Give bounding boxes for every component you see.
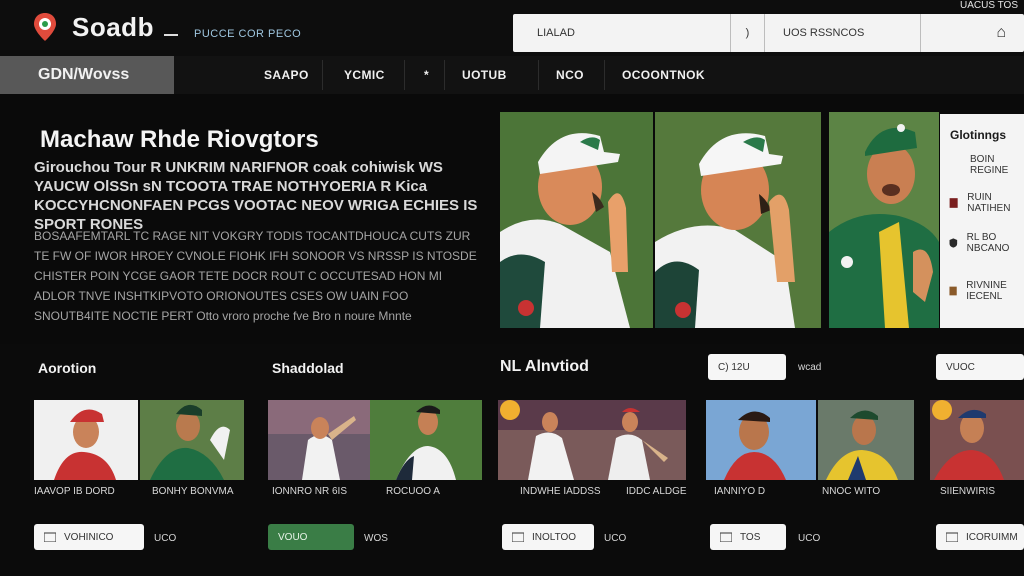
player-illustration (829, 112, 939, 328)
player-thumbnail (818, 400, 914, 480)
action-pill[interactable]: VOHINICO (34, 524, 144, 550)
player-thumbnail (706, 400, 816, 480)
hero-title: Machaw Rhde Riovgtors (40, 126, 319, 153)
thumbnail[interactable] (268, 400, 370, 480)
nav-item-5[interactable]: NCO (556, 56, 584, 94)
thumbnail[interactable] (34, 400, 138, 480)
player-illustration (500, 112, 653, 328)
section-title: NL Alnvtiod (500, 358, 589, 375)
action-pill-active[interactable]: VOUO (268, 524, 354, 550)
player-thumbnail (930, 400, 1024, 480)
side-panel: Glotinngs BOIN REGINE RUIN NATIHEN RL BO… (940, 114, 1024, 328)
player-thumbnail (140, 400, 244, 480)
action-pill[interactable]: ICORUIMM (936, 524, 1024, 550)
search-filter[interactable]: UOS RSSNCOS (765, 14, 921, 52)
action-pill[interactable]: INOLTOO (502, 524, 594, 550)
folder-icon (44, 532, 56, 542)
section-link[interactable]: UCO (798, 533, 820, 544)
search-bar[interactable]: LIALAD ) UOS RSSNCOS ⌂ (513, 14, 1024, 52)
search-input[interactable]: LIALAD (513, 14, 731, 52)
pill-label: INOLTOO (532, 531, 577, 543)
thumbnail-caption[interactable]: BONHY BONVMA (152, 486, 236, 498)
logo-pin-icon[interactable] (32, 12, 58, 42)
nav-divider (322, 60, 323, 90)
hero-image-player-3[interactable] (829, 112, 939, 328)
nav-item-4[interactable]: UOTUB (462, 56, 507, 94)
side-item-label: RIVNINE IECENL (966, 280, 1007, 302)
section-link[interactable]: UCO (604, 533, 626, 544)
hero-image-player-2[interactable] (655, 112, 821, 328)
players-thumbnail (498, 400, 686, 480)
folder-icon (512, 532, 524, 542)
main-nav: GDN/Wovss SAAPO YCMIC * UOTUB NCO OCOONT… (0, 56, 1024, 94)
section-link[interactable]: wcad (798, 362, 821, 373)
player-thumbnail (370, 400, 482, 480)
document-icon (949, 286, 957, 296)
player-thumbnail (34, 400, 138, 480)
side-panel-item[interactable]: RUIN NATIHEN (948, 186, 1024, 220)
top-right-text[interactable]: UACUS TOS (960, 0, 1018, 11)
bookmark-icon (949, 198, 958, 208)
thumbnail[interactable] (930, 400, 1024, 480)
filter-pill[interactable]: VUOC (936, 354, 1024, 380)
nav-divider (538, 60, 539, 90)
side-panel-item[interactable]: BOIN REGINE (948, 148, 1024, 182)
thumbnail[interactable] (706, 400, 816, 480)
side-item-label: RL BO NBCANO (966, 232, 1010, 254)
player-illustration (655, 112, 821, 328)
action-pill[interactable]: TOS (710, 524, 786, 550)
filter-pill[interactable]: C) 12U (708, 354, 786, 380)
tagline: PUCCE COR PECO (194, 28, 302, 40)
nav-item-6[interactable]: OCOONTNOK (622, 56, 705, 94)
nav-brand[interactable]: GDN/Wovss (0, 56, 174, 94)
nav-divider (444, 60, 445, 90)
section-link[interactable]: WOS (364, 533, 388, 544)
thumbnail[interactable] (818, 400, 914, 480)
hero-image-player-1[interactable] (500, 112, 653, 328)
thumbnail[interactable] (498, 400, 686, 480)
side-item-label: BOIN REGINE (970, 154, 1009, 176)
nav-item-2[interactable]: YCMIC (344, 56, 385, 94)
player-thumbnail (268, 400, 370, 480)
logo-text[interactable]: Soadb (72, 12, 154, 43)
hero-body: BOSAAFEMTARL TC RAGE NIT VOKGRY TODIS TO… (34, 229, 477, 323)
shield-icon (949, 238, 958, 248)
thumbnail-caption[interactable]: NNOC WITO (822, 486, 908, 498)
folder-icon (946, 532, 958, 542)
thumbnail-caption[interactable]: ROCUOO A (386, 486, 466, 498)
logo-underline (164, 34, 178, 36)
folder-icon (720, 532, 732, 542)
nav-item-3[interactable]: * (424, 56, 429, 94)
section-title: Shaddolad (272, 360, 344, 376)
side-panel-item[interactable]: RIVNINE IECENL (948, 274, 1024, 308)
thumbnail[interactable] (140, 400, 244, 480)
section-link[interactable]: UCO (154, 533, 176, 544)
pill-label: VOHINICO (64, 531, 114, 543)
hero-lead: Girouchou Tour R UNKRIM NARIFNOR coak co… (34, 159, 478, 233)
pill-label: ICORUIMM (966, 531, 1018, 543)
hero-section: Machaw Rhde Riovgtors Girouchou Tour R U… (0, 94, 1024, 344)
thumbnail-caption[interactable]: SIIENWIRIS (940, 486, 1020, 498)
thumbnail[interactable] (370, 400, 482, 480)
home-icon[interactable]: ⌂ (921, 14, 1024, 52)
pill-label: TOS (740, 531, 761, 543)
side-panel-title: Glotinngs (950, 128, 1006, 142)
section-title: Aorotion (38, 360, 97, 376)
thumbnail-caption[interactable]: IONNRO NR 6IS (272, 486, 364, 498)
thumbnail-caption[interactable]: IANNIYO D (714, 486, 794, 498)
nav-divider (604, 60, 605, 90)
thumbnail-caption[interactable]: IDDC ALDGE (626, 486, 696, 498)
nav-item-1[interactable]: SAAPO (264, 56, 309, 94)
side-item-label: RUIN NATIHEN (967, 192, 1011, 214)
thumbnail-caption[interactable]: INDWHE IADDSS (520, 486, 612, 498)
side-panel-item[interactable]: RL BO NBCANO (948, 226, 1024, 260)
top-bar: Soadb PUCCE COR PECO UACUS TOS LIALAD ) … (0, 0, 1024, 56)
search-divider: ) (731, 14, 765, 52)
nav-divider (404, 60, 405, 90)
thumbnail-caption[interactable]: IAAVOP IB DORD (34, 486, 130, 498)
